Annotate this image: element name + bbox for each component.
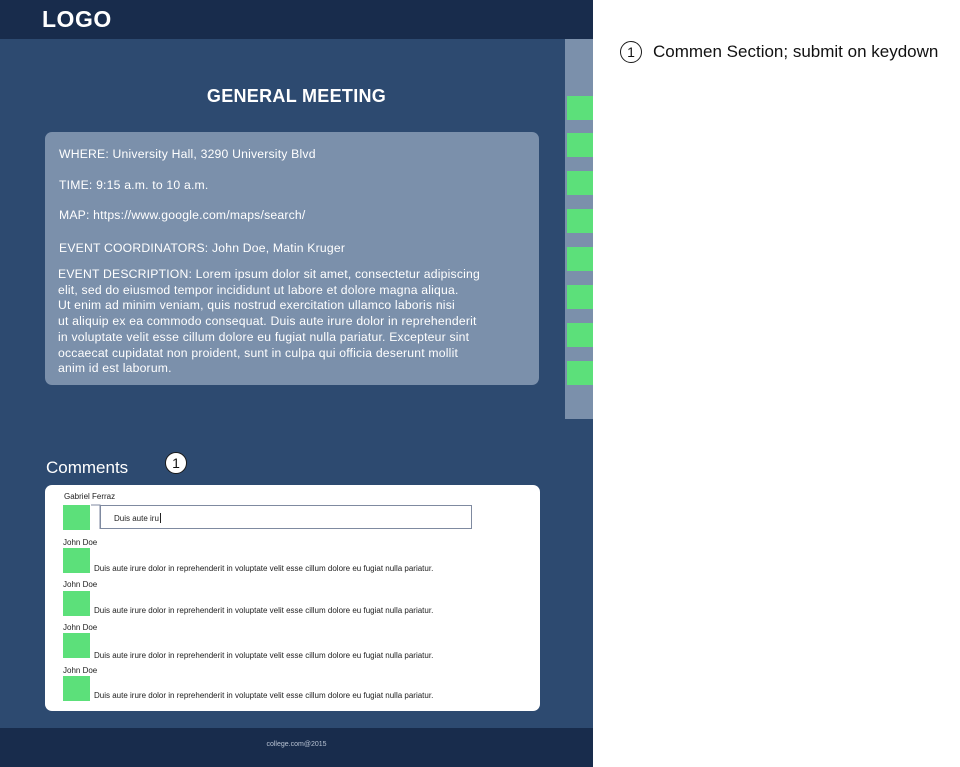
side-tab[interactable]	[567, 209, 593, 233]
logo[interactable]: LOGO	[42, 6, 112, 33]
side-tab[interactable]	[567, 247, 593, 271]
event-description: EVENT DESCRIPTION: Lorem ipsum dolor sit…	[58, 267, 481, 376]
comment-text: Duis aute irure dolor in reprehenderit i…	[94, 691, 434, 700]
avatar	[63, 591, 90, 616]
comment-author: John Doe	[63, 580, 98, 589]
side-tab[interactable]	[567, 96, 593, 120]
comments-card: Gabriel Ferraz Duis aute iru John Doe Du…	[45, 485, 540, 711]
side-tab[interactable]	[567, 361, 593, 385]
composer-author: Gabriel Ferraz	[64, 492, 116, 501]
comment-text: Duis aute irure dolor in reprehenderit i…	[94, 564, 434, 573]
app-window: LOGO GENERAL MEETING WHERE: University H…	[0, 0, 593, 767]
event-time: TIME: 9:15 a.m. to 10 a.m.	[59, 178, 209, 192]
event-location: WHERE: University Hall, 3290 University …	[59, 147, 316, 161]
comment-author: John Doe	[63, 666, 98, 675]
avatar	[63, 633, 90, 658]
comment-input[interactable]: Duis aute iru	[100, 505, 472, 529]
avatar	[63, 548, 90, 573]
avatar	[63, 505, 90, 530]
avatar	[63, 676, 90, 701]
annotation-callout-marker: 1	[165, 452, 187, 474]
comment-author: John Doe	[63, 623, 98, 632]
comment-input-value: Duis aute iru	[114, 514, 159, 523]
page-title: GENERAL MEETING	[206, 86, 387, 106]
comment-text: Duis aute irure dolor in reprehenderit i…	[94, 651, 434, 660]
annotation-number: 1	[620, 41, 642, 63]
annotation-note: Commen Section; submit on keydown	[653, 42, 939, 61]
event-coordinators: EVENT COORDINATORS: John Doe, Matin Krug…	[59, 241, 346, 255]
comments-heading: Comments	[46, 458, 129, 477]
side-tab[interactable]	[567, 323, 593, 347]
side-tab[interactable]	[567, 285, 593, 309]
side-tab[interactable]	[567, 171, 593, 195]
comment-text: Duis aute irure dolor in reprehenderit i…	[94, 606, 434, 615]
text-caret	[159, 513, 161, 523]
top-bar: LOGO	[0, 0, 593, 39]
event-map-link[interactable]: MAP: https://www.google.com/maps/search/	[59, 208, 305, 222]
side-tab[interactable]	[567, 133, 593, 157]
event-details-card: WHERE: University Hall, 3290 University …	[45, 132, 539, 385]
footer: college.com@2015	[0, 728, 593, 767]
footer-copyright: college.com@2015	[266, 741, 327, 748]
comment-author: John Doe	[63, 538, 98, 547]
